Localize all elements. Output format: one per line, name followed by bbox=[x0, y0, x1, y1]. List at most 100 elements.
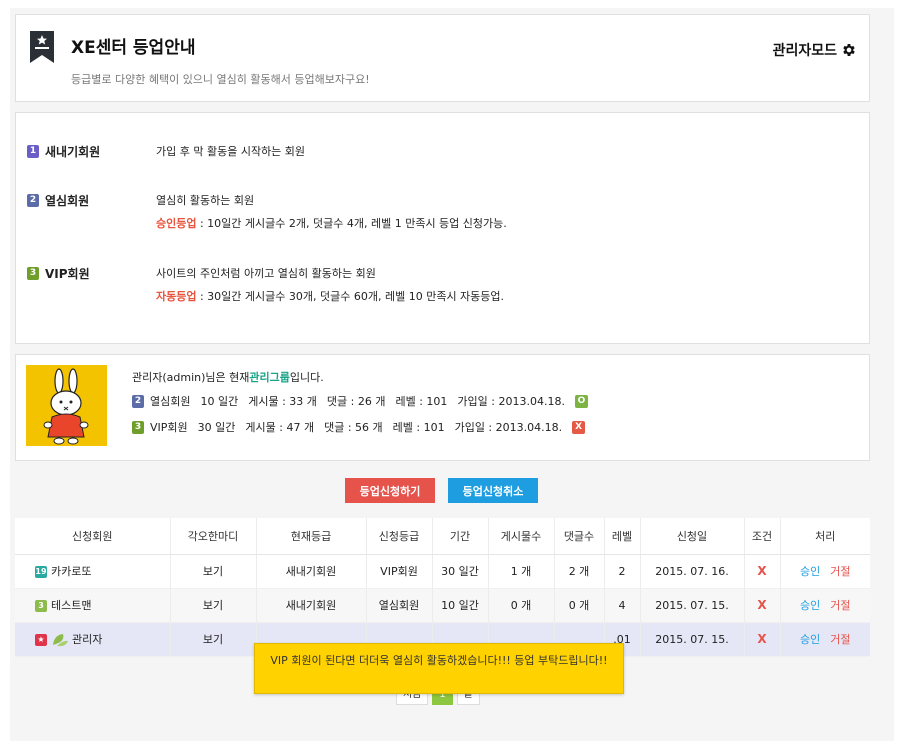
stat-2-status-no: X bbox=[572, 420, 586, 434]
stat-2-level: 레벨 : 101 bbox=[392, 421, 445, 434]
table-row: 19 카카로또 보기 새내기회원 VIP회원 30 일간 1 개 2 개 2 20… bbox=[15, 554, 870, 589]
stat-1-badge: 2 bbox=[132, 394, 144, 408]
header-panel: XE센터 등업안내 등급별로 다양한 혜택이 있으니 열심히 활동해서 등업해보… bbox=[15, 14, 870, 102]
col-level: 레벨 bbox=[603, 518, 640, 555]
page-title: XE센터 등업안내 bbox=[71, 38, 196, 58]
user-stat-row-1: 2 열심회원 10 일간 게시물 : 33 개 댓글 : 26 개 레벨 : 1… bbox=[132, 393, 598, 409]
col-current-grade: 현재등급 bbox=[255, 518, 366, 555]
user-intro: 관리자(admin)님은 현재 관리그룹 입니다. bbox=[132, 369, 334, 385]
user-status-panel: 관리자(admin)님은 현재 관리그룹 입니다. 2 열심회원 10 일간 게… bbox=[15, 354, 870, 461]
col-date: 신청일 bbox=[639, 518, 744, 555]
level-3-desc: 사이트의 주인처럼 아끼고 열심히 활동하는 회원 bbox=[156, 267, 376, 280]
stat-2-posts: 게시물 : 47 개 bbox=[245, 421, 315, 434]
level-2-name: 2 열심회원 bbox=[27, 192, 89, 209]
level-badge: 19 bbox=[35, 566, 47, 578]
stat-1-joined: 가입일 : 2013.04.18. bbox=[457, 395, 565, 408]
action-cell: 승인 거절 bbox=[779, 554, 870, 589]
member-cell[interactable]: 3 테스트맨 bbox=[15, 588, 170, 623]
level: 4 bbox=[603, 588, 640, 623]
current-grade: 새내기회원 bbox=[255, 588, 366, 623]
leaf-icon bbox=[53, 633, 68, 646]
level-2-badge: 2 bbox=[27, 194, 39, 207]
apply-upgrade-button[interactable]: 등업신청하기 bbox=[345, 478, 435, 503]
col-comment: 각오한마디 bbox=[169, 518, 256, 555]
action-cell: 승인 거절 bbox=[779, 588, 870, 623]
period: 10 일간 bbox=[431, 588, 488, 623]
level-1-badge: 1 bbox=[27, 145, 39, 158]
level-1-desc: 가입 후 막 활동을 시작하는 회원 bbox=[156, 145, 306, 158]
date: 2015. 07. 16. bbox=[639, 554, 744, 589]
user-intro-suffix: 입니다. bbox=[289, 371, 324, 384]
date: 2015. 07. 15. bbox=[639, 622, 744, 657]
condition: X bbox=[743, 622, 780, 657]
level-3-name: 3 VIP회원 bbox=[27, 265, 90, 282]
level-badge: 3 bbox=[35, 600, 47, 612]
user-stat-row-2: 3 VIP회원 30 일간 게시물 : 47 개 댓글 : 56 개 레벨 : … bbox=[132, 419, 595, 435]
stat-1-posts: 게시물 : 33 개 bbox=[248, 395, 317, 408]
level-3-badge: 3 bbox=[27, 267, 39, 280]
stat-2-period: 30 일간 bbox=[197, 421, 236, 434]
cancel-upgrade-button[interactable]: 등업신청취소 bbox=[448, 478, 538, 503]
col-condition: 조건 bbox=[743, 518, 780, 555]
member-cell[interactable]: 19 카카로또 bbox=[15, 554, 170, 589]
col-action: 처리 bbox=[779, 518, 870, 555]
stat-1-grade: 열심회원 bbox=[150, 395, 191, 408]
admin-mode-button[interactable]: 관리자모드 bbox=[773, 40, 857, 60]
gear-icon bbox=[843, 44, 855, 56]
stat-1-level: 레벨 : 101 bbox=[395, 395, 448, 408]
col-comments: 댓글수 bbox=[553, 518, 604, 555]
stat-2-joined: 가입일 : 2013.04.18. bbox=[454, 421, 563, 434]
admin-mode-label: 관리자모드 bbox=[772, 43, 837, 59]
reject-link[interactable]: 거절 bbox=[830, 633, 850, 646]
comment-view-link[interactable]: 보기 bbox=[169, 588, 256, 623]
comment-view-link[interactable]: 보기 bbox=[169, 622, 256, 657]
level-2-rule-label: 승인등업 bbox=[156, 217, 197, 230]
level-1-name: 1 새내기회원 bbox=[27, 143, 100, 160]
bookmark-star-icon bbox=[30, 31, 54, 63]
condition-x-icon: X bbox=[757, 564, 767, 578]
level-guide-panel: 1 새내기회원 가입 후 막 활동을 시작하는 회원 2 열심회원 열심히 활동… bbox=[15, 112, 870, 344]
level-3-label: VIP회원 bbox=[45, 267, 90, 281]
current-grade: 새내기회원 bbox=[255, 554, 366, 589]
reject-link[interactable]: 거절 bbox=[830, 565, 850, 578]
level-3-rule-text: : 30일간 게시글수 30개, 덧글수 60개, 레벨 10 만족시 자동등업… bbox=[196, 290, 505, 303]
approve-link[interactable]: 승인 bbox=[800, 633, 820, 646]
condition: X bbox=[743, 588, 780, 623]
period: 30 일간 bbox=[431, 554, 488, 589]
stat-2-badge: 3 bbox=[132, 420, 144, 434]
applications-table: 신청회원 각오한마디 현재등급 신청등급 기간 게시물수 댓글수 레벨 신청일 … bbox=[15, 518, 870, 657]
requested-grade: 열심회원 bbox=[365, 588, 432, 623]
level-2-rule: 승인등업 : 10일간 게시글수 2개, 덧글수 4개, 레벨 1 만족시 등업… bbox=[156, 215, 507, 231]
condition: X bbox=[743, 554, 780, 589]
comments: 0 개 bbox=[553, 588, 604, 623]
level-1-label: 새내기회원 bbox=[45, 145, 101, 159]
level-2-rule-text: : 10일간 게시글수 2개, 덧글수 4개, 레벨 1 만족시 등업 신청가능… bbox=[196, 217, 507, 230]
level-3-rule: 자동등업 : 30일간 게시글수 30개, 덧글수 60개, 레벨 10 만족시… bbox=[156, 288, 504, 304]
requested-grade: VIP회원 bbox=[365, 554, 432, 589]
date: 2015. 07. 15. bbox=[639, 588, 744, 623]
level-3-rule-label: 자동등업 bbox=[156, 290, 197, 303]
col-requested-grade: 신청등급 bbox=[365, 518, 432, 555]
posts: 0 개 bbox=[487, 588, 554, 623]
stat-1-period: 10 일간 bbox=[200, 395, 239, 408]
table-row: 3 테스트맨 보기 새내기회원 열심회원 10 일간 0 개 0 개 4 2015… bbox=[15, 588, 870, 623]
rabbit-avatar-icon bbox=[43, 368, 89, 445]
table-header-row: 신청회원 각오한마디 현재등급 신청등급 기간 게시물수 댓글수 레벨 신청일 … bbox=[15, 518, 870, 555]
avatar bbox=[26, 365, 107, 446]
posts: 1 개 bbox=[487, 554, 554, 589]
reject-link[interactable]: 거절 bbox=[830, 599, 850, 612]
approve-link[interactable]: 승인 bbox=[800, 565, 820, 578]
level-2-label: 열심회원 bbox=[45, 194, 90, 208]
condition-x-icon: X bbox=[757, 632, 767, 646]
action-cell: 승인 거절 bbox=[779, 622, 870, 657]
condition-x-icon: X bbox=[757, 598, 767, 612]
comments: 2 개 bbox=[553, 554, 604, 589]
admin-star-badge: ★ bbox=[35, 633, 47, 646]
stat-2-comments: 댓글 : 56 개 bbox=[324, 421, 383, 434]
comment-view-link[interactable]: 보기 bbox=[169, 554, 256, 589]
user-group: 관리그룹 bbox=[249, 371, 290, 384]
col-posts: 게시물수 bbox=[487, 518, 554, 555]
level: 2 bbox=[603, 554, 640, 589]
approve-link[interactable]: 승인 bbox=[800, 599, 820, 612]
member-cell[interactable]: ★ 관리자 bbox=[15, 622, 170, 657]
